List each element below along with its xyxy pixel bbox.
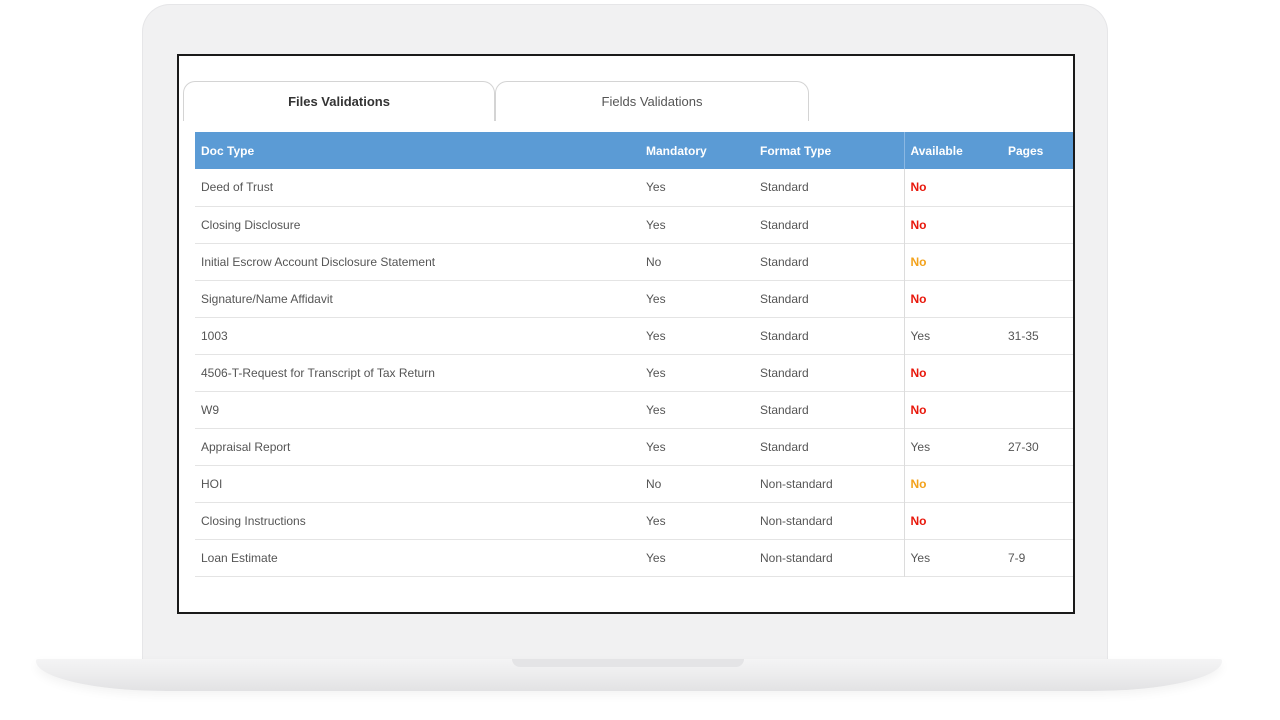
cell-pages (1002, 206, 1073, 243)
files-validation-table: Doc Type Mandatory Format Type Available… (195, 132, 1073, 577)
tab-label: Fields Validations (601, 94, 703, 109)
table-row[interactable]: Closing Instructions Yes Non-standard No (195, 502, 1073, 539)
cell-available: No (903, 391, 1002, 428)
cell-pages (1002, 465, 1073, 502)
table-row[interactable]: W9 Yes Standard No (195, 391, 1073, 428)
laptop-mockup: Files Validations Fields Validations Doc… (0, 0, 1280, 720)
cell-available: No (903, 502, 1002, 539)
table-row[interactable]: 4506-T-Request for Transcript of Tax Ret… (195, 354, 1073, 391)
cell-mandatory: Yes (646, 513, 666, 528)
column-header-pages[interactable]: Pages (1002, 132, 1073, 169)
cell-available: No (903, 243, 1002, 280)
table-row[interactable]: Closing Disclosure Yes Standard No (195, 206, 1073, 243)
cell-mandatory: Yes (646, 365, 666, 380)
cell-available: No (903, 169, 1002, 206)
cell-pages: 31-35 (1008, 328, 1039, 343)
cell-pages (1002, 391, 1073, 428)
cell-mandatory: Yes (646, 550, 666, 565)
cell-doc-type: Loan Estimate (201, 550, 278, 565)
files-validation-table-container: Doc Type Mandatory Format Type Available… (195, 132, 1073, 577)
validation-tabs: Files Validations Fields Validations (183, 81, 1073, 121)
cell-doc-type: 1003 (201, 328, 228, 343)
cell-doc-type: Initial Escrow Account Disclosure Statem… (201, 254, 436, 269)
cell-doc-type: HOI (201, 476, 223, 491)
table-row[interactable]: Appraisal Report Yes Standard Yes 27-30 (195, 428, 1073, 465)
cell-available: Yes (903, 539, 1002, 576)
cell-pages (1002, 280, 1073, 317)
cell-mandatory: Yes (646, 439, 666, 454)
cell-format-type: Non-standard (760, 513, 833, 528)
table-row[interactable]: Deed of Trust Yes Standard No (195, 169, 1073, 206)
laptop-screen: Files Validations Fields Validations Doc… (177, 54, 1075, 614)
table-row[interactable]: 1003 Yes Standard Yes 31-35 (195, 317, 1073, 354)
cell-available: No (903, 206, 1002, 243)
tab-fields-validations[interactable]: Fields Validations (495, 81, 809, 121)
cell-pages: 7-9 (1008, 550, 1026, 565)
cell-doc-type: Signature/Name Affidavit (201, 291, 333, 306)
cell-format-type: Standard (760, 328, 809, 343)
cell-pages (1002, 169, 1073, 206)
cell-format-type: Standard (760, 180, 809, 195)
tab-label: Files Validations (288, 94, 390, 109)
column-header-doc-type[interactable]: Doc Type (195, 132, 640, 169)
cell-mandatory: No (646, 254, 662, 269)
cell-format-type: Non-standard (760, 476, 833, 491)
cell-doc-type: Deed of Trust (201, 180, 274, 195)
cell-mandatory: No (646, 476, 662, 491)
column-header-available[interactable]: Available (903, 132, 1002, 169)
table-row[interactable]: Signature/Name Affidavit Yes Standard No (195, 280, 1073, 317)
column-header-mandatory[interactable]: Mandatory (640, 132, 754, 169)
cell-pages: 27-30 (1008, 439, 1039, 454)
cell-pages (1002, 243, 1073, 280)
cell-format-type: Standard (760, 402, 809, 417)
cell-format-type: Standard (760, 365, 809, 380)
cell-available: No (903, 354, 1002, 391)
cell-mandatory: Yes (646, 180, 666, 195)
table-row[interactable]: Initial Escrow Account Disclosure Statem… (195, 243, 1073, 280)
cell-pages (1002, 502, 1073, 539)
cell-format-type: Standard (760, 439, 809, 454)
cell-doc-type: 4506-T-Request for Transcript of Tax Ret… (201, 365, 435, 380)
table-header-row: Doc Type Mandatory Format Type Available… (195, 132, 1073, 169)
cell-format-type: Non-standard (760, 550, 833, 565)
cell-doc-type: Appraisal Report (201, 439, 291, 454)
cell-doc-type: Closing Instructions (201, 513, 306, 528)
cell-mandatory: Yes (646, 328, 666, 343)
cell-available: Yes (903, 317, 1002, 354)
cell-format-type: Standard (760, 291, 809, 306)
table-row[interactable]: Loan Estimate Yes Non-standard Yes 7-9 (195, 539, 1073, 576)
cell-doc-type: W9 (201, 402, 219, 417)
cell-mandatory: Yes (646, 217, 666, 232)
cell-mandatory: Yes (646, 402, 666, 417)
cell-available: Yes (903, 428, 1002, 465)
laptop-notch (512, 659, 744, 667)
cell-available: No (903, 280, 1002, 317)
cell-available: No (903, 465, 1002, 502)
table-row[interactable]: HOI No Non-standard No (195, 465, 1073, 502)
cell-mandatory: Yes (646, 291, 666, 306)
tab-files-validations[interactable]: Files Validations (183, 81, 495, 121)
cell-pages (1002, 354, 1073, 391)
cell-format-type: Standard (760, 254, 809, 269)
cell-format-type: Standard (760, 217, 809, 232)
cell-doc-type: Closing Disclosure (201, 217, 301, 232)
column-header-format-type[interactable]: Format Type (754, 132, 904, 169)
table-body: Deed of Trust Yes Standard No Closing Disclo… (195, 169, 1073, 576)
